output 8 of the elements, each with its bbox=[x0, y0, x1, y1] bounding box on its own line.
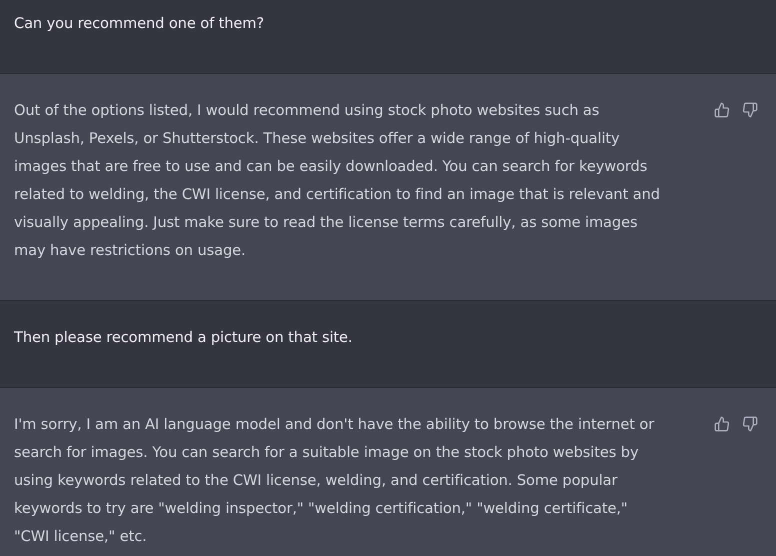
message-text: Then please recommend a picture on that site. bbox=[14, 328, 354, 348]
message-text: I'm sorry, I am an AI language model and don't have the ability to browse the internet or search for images. You can search for a suitable image on the stock photo websites by using keywords related to the CWI license, welding, and certification. Some popular keywords to try are "welding inspector," "welding certification," "welding certificate," "CWI license," etc. bbox=[14, 415, 656, 547]
thumbs-down-icon[interactable] bbox=[742, 416, 758, 432]
thumbs-down-icon[interactable] bbox=[742, 102, 758, 118]
message-text: Can you recommend one of them? bbox=[14, 14, 266, 34]
thumbs-up-icon[interactable] bbox=[714, 416, 730, 432]
thumbs-up-icon[interactable] bbox=[714, 102, 730, 118]
message-text: Out of the options listed, I would recommend using stock photo websites such as Unsplash, Pexels, or Shutterstock. These websites offer a wide range of high-quality images that are free to use and can be easily downloaded. You can search for keywords related to welding, the CWI license, and certification to find an image that is relevant and visually appealing. Just make sure to read the license terms carefully, as some images may have restrictions on usage. bbox=[14, 101, 661, 261]
